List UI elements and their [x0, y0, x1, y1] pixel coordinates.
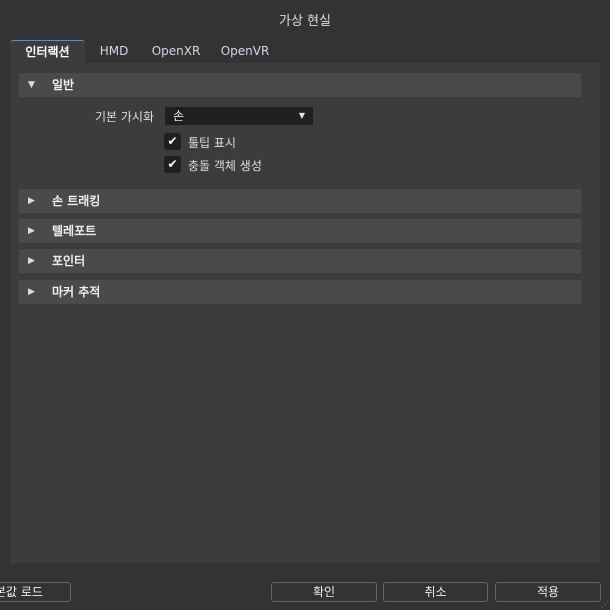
section-label: 텔레포트 — [52, 224, 97, 238]
visualization-label: 기본 가시화 — [95, 110, 155, 124]
section-hand-tracking[interactable]: ▶ 손 트래킹 — [19, 189, 581, 213]
check-icon: ✔ — [167, 157, 178, 171]
ok-button[interactable]: 확인 — [271, 582, 377, 602]
tooltips-checkbox[interactable]: ✔ — [164, 133, 181, 150]
collision-label: 충돌 객체 생성 — [188, 159, 262, 173]
tab-openxr[interactable]: OpenXR — [148, 40, 204, 63]
check-icon: ✔ — [167, 134, 178, 148]
collapsed-arrow-icon: ▶ — [28, 226, 35, 236]
expanded-arrow-icon: ▼ — [28, 80, 35, 90]
dropdown-value: 손 — [173, 109, 185, 123]
collision-checkbox[interactable]: ✔ — [164, 156, 181, 173]
tooltips-label: 툴팁 표시 — [188, 136, 236, 150]
collapsed-arrow-icon: ▶ — [28, 196, 35, 206]
collapsed-arrow-icon: ▶ — [28, 256, 35, 266]
section-general[interactable]: ▼ 일반 — [19, 73, 581, 97]
tab-openvr[interactable]: OpenVR — [216, 40, 274, 63]
tab-interaction[interactable]: 인터랙션 — [10, 40, 85, 63]
section-marker-tracking[interactable]: ▶ 마커 추적 — [19, 280, 581, 304]
section-label: 손 트래킹 — [52, 194, 101, 208]
tab-panel — [10, 63, 600, 563]
section-label: 포인터 — [52, 254, 86, 268]
section-label: 마커 추적 — [52, 285, 101, 299]
section-label: 일반 — [52, 78, 75, 92]
section-teleport[interactable]: ▶ 텔레포트 — [19, 219, 581, 243]
tab-hmd[interactable]: HMD — [90, 40, 138, 63]
load-defaults-button[interactable]: 본값 로드 — [0, 582, 71, 602]
collapsed-arrow-icon: ▶ — [28, 287, 35, 297]
chevron-down-icon: ▼ — [298, 111, 305, 120]
apply-button[interactable]: 적용 — [495, 582, 601, 602]
visualization-dropdown[interactable]: 손 ▼ — [165, 107, 313, 125]
section-pointer[interactable]: ▶ 포인터 — [19, 249, 581, 273]
window-title: 가상 현실 — [279, 14, 331, 29]
resize-grip-icon[interactable]: ⋰ — [601, 600, 609, 609]
cancel-button[interactable]: 취소 — [383, 582, 488, 602]
